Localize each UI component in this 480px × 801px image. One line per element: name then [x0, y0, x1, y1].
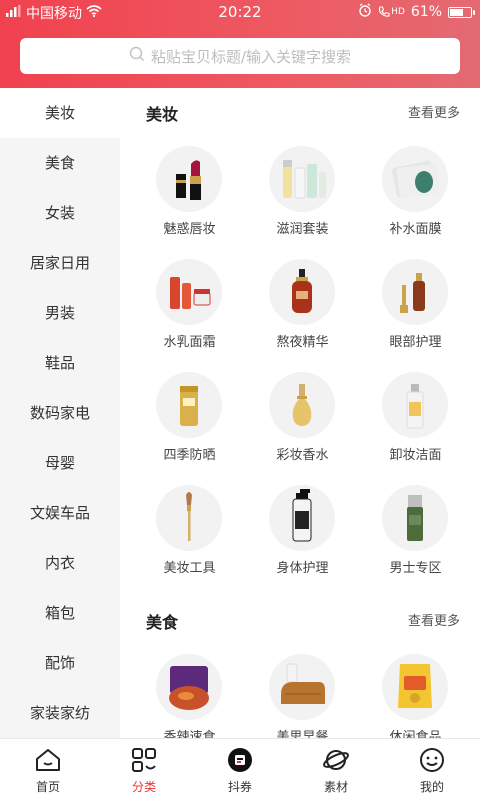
grid-item-label: 彩妆香水 [276, 448, 329, 463]
face-mask-icon [382, 146, 448, 212]
snack-bag-icon [382, 654, 448, 720]
bottom-tab-bar: 首页 分类 抖券 素材 我的 [0, 738, 480, 801]
tab-label: 我的 [419, 780, 444, 794]
perfume-icon [269, 372, 335, 438]
see-more-link[interactable]: 查看更多 [408, 610, 460, 629]
grid-item[interactable]: 水乳面霜 [133, 245, 246, 358]
status-bar: 中国移动 20:22 HD 61% [0, 0, 480, 24]
douyin-coupon-icon [226, 746, 254, 774]
tab-profile[interactable]: 我的 [384, 739, 480, 801]
grid-item-label: 魅惑唇妆 [163, 222, 216, 237]
sidebar-item-home-textile[interactable]: 家装家纺 [0, 688, 120, 738]
product-grid-beauty: 魅惑唇妆 滋润套装 补水面膜 水乳面霜 熬夜精华 眼部护理 四季防晒 彩妆香水 … [120, 132, 480, 584]
grid-item-label: 滋润套装 [276, 222, 329, 237]
grid-item[interactable]: 香辣速食 [133, 640, 246, 738]
category-sidebar: 美妆 美食 女装 居家日用 男装 鞋品 数码家电 母婴 文娱车品 内衣 箱包 配… [0, 88, 120, 738]
sidebar-item-women[interactable]: 女装 [0, 188, 120, 238]
sidebar-item-baby[interactable]: 母婴 [0, 438, 120, 488]
eye-care-icon [382, 259, 448, 325]
grid-item[interactable]: 滋润套装 [246, 132, 359, 245]
section-header-food: 美食 查看更多 [120, 596, 480, 640]
sunscreen-icon [156, 372, 222, 438]
search-input[interactable]: 粘贴宝贝标题/输入关键字搜索 [20, 38, 460, 74]
cleanser-icon [382, 372, 448, 438]
tab-home[interactable]: 首页 [0, 739, 96, 801]
tab-label: 首页 [35, 780, 60, 794]
grid-item[interactable]: 魅惑唇妆 [133, 132, 246, 245]
grid-item-label: 身体护理 [276, 561, 329, 576]
grid-item-label: 美妆工具 [163, 561, 216, 576]
mens-care-icon [382, 485, 448, 551]
grid-item[interactable]: 熬夜精华 [246, 245, 359, 358]
sidebar-item-accessories[interactable]: 配饰 [0, 638, 120, 688]
grid-item-label: 休闲食品 [389, 730, 442, 738]
planet-icon [322, 746, 350, 774]
grid-item[interactable]: 彩妆香水 [246, 358, 359, 471]
makeup-brush-icon [156, 485, 222, 551]
skincare-set-icon [269, 146, 335, 212]
sidebar-item-beauty[interactable]: 美妆 [0, 88, 120, 138]
hd-call-icon: HD [378, 6, 405, 18]
section-header-beauty: 美妆 查看更多 [120, 88, 480, 132]
search-placeholder: 粘贴宝贝标题/输入关键字搜索 [150, 47, 352, 66]
tab-label: 抖券 [227, 780, 252, 794]
grid-item[interactable]: 四季防晒 [133, 358, 246, 471]
sidebar-item-food[interactable]: 美食 [0, 138, 120, 188]
grid-item-label: 男士专区 [389, 561, 442, 576]
serum-bottle-icon [269, 259, 335, 325]
tab-label: 素材 [323, 780, 348, 794]
sidebar-item-underwear[interactable]: 内衣 [0, 538, 120, 588]
body-care-icon [269, 485, 335, 551]
section-title: 美食 [146, 613, 179, 632]
battery-icon [448, 6, 475, 18]
battery-percent: 61% [410, 4, 442, 20]
tab-label: 分类 [131, 780, 156, 794]
tab-material[interactable]: 素材 [288, 739, 384, 801]
lipstick-icon [156, 146, 222, 212]
tab-douyin-coupon[interactable]: 抖券 [192, 739, 288, 801]
category-icon [130, 746, 158, 774]
grid-item[interactable]: 补水面膜 [359, 132, 472, 245]
grid-item-label: 熬夜精华 [276, 335, 329, 350]
sidebar-item-bags[interactable]: 箱包 [0, 588, 120, 638]
home-icon [34, 746, 62, 774]
sidebar-item-digital[interactable]: 数码家电 [0, 388, 120, 438]
product-grid-food: 香辣速食 美思早餐 休闲食品 [120, 640, 480, 738]
profile-face-icon [418, 746, 446, 774]
tab-category[interactable]: 分类 [96, 739, 192, 801]
grid-item-label: 水乳面霜 [163, 335, 216, 350]
grid-item[interactable]: 眼部护理 [359, 245, 472, 358]
section-title: 美妆 [146, 105, 179, 124]
sidebar-item-shoes[interactable]: 鞋品 [0, 338, 120, 388]
lotion-cream-icon [156, 259, 222, 325]
category-content: 美妆 查看更多 魅惑唇妆 滋润套装 补水面膜 水乳面霜 熬夜精华 眼部护理 四季… [120, 88, 480, 738]
sidebar-item-entertainment[interactable]: 文娱车品 [0, 488, 120, 538]
grid-item-label: 眼部护理 [389, 335, 442, 350]
search-icon [129, 46, 145, 66]
spicy-food-icon [156, 654, 222, 720]
alarm-icon [358, 3, 372, 21]
grid-item[interactable]: 美妆工具 [133, 471, 246, 584]
grid-item-label: 卸妆洁面 [389, 448, 442, 463]
grid-item[interactable]: 美思早餐 [246, 640, 359, 738]
grid-item[interactable]: 男士专区 [359, 471, 472, 584]
grid-item-label: 补水面膜 [389, 222, 442, 237]
grid-item[interactable]: 卸妆洁面 [359, 358, 472, 471]
grid-item-label: 四季防晒 [163, 448, 216, 463]
sidebar-item-home[interactable]: 居家日用 [0, 238, 120, 288]
sidebar-item-men[interactable]: 男装 [0, 288, 120, 338]
grid-item-label: 美思早餐 [276, 730, 329, 738]
breakfast-bread-icon [269, 654, 335, 720]
grid-item-label: 香辣速食 [163, 730, 216, 738]
grid-item[interactable]: 身体护理 [246, 471, 359, 584]
grid-item[interactable]: 休闲食品 [359, 640, 472, 738]
see-more-link[interactable]: 查看更多 [408, 102, 460, 121]
